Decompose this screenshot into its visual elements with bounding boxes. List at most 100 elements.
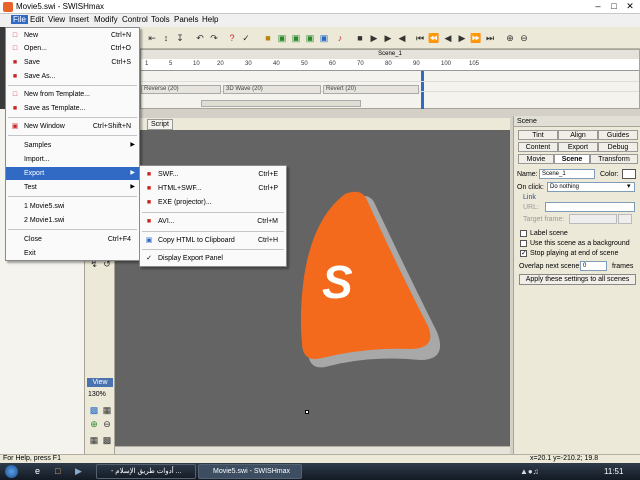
label-scene-checkbox[interactable] bbox=[520, 230, 527, 237]
menu-item-samples[interactable]: Samples ▶ bbox=[6, 139, 139, 152]
apply-all-scenes-button[interactable]: Apply these settings to all scenes bbox=[519, 274, 636, 285]
align-center-icon[interactable]: ↕ bbox=[160, 32, 172, 44]
snap-icon[interactable]: ▩ bbox=[101, 434, 113, 446]
menu-panels[interactable]: Panels bbox=[174, 15, 198, 24]
tab-tint[interactable]: Tint bbox=[518, 130, 558, 140]
menu-item-save[interactable]: ■ Save Ctrl+S bbox=[6, 56, 139, 69]
insert-sound-icon[interactable]: ♪ bbox=[334, 32, 346, 44]
insert-sprite-icon[interactable]: ▣ bbox=[290, 32, 302, 44]
menu-item-new[interactable]: □ New Ctrl+N bbox=[6, 29, 139, 42]
zoom-in-tool-icon[interactable]: ⊕ bbox=[88, 418, 100, 430]
insert-scene-icon[interactable]: ■ bbox=[262, 32, 274, 44]
forward-icon[interactable]: ⏩ bbox=[470, 32, 482, 44]
menu-item-save-as[interactable]: ■ Save As... bbox=[6, 70, 139, 83]
menu-item-export-swf[interactable]: ■ SWF... Ctrl+E bbox=[140, 168, 286, 181]
menu-control[interactable]: Control bbox=[122, 15, 148, 24]
menu-edit[interactable]: Edit bbox=[30, 15, 44, 24]
effect-bar-revert[interactable]: Revert (20) bbox=[323, 85, 419, 94]
taskbar-item-swishmax[interactable]: Movie5.swi - SWISHmax bbox=[198, 464, 302, 479]
tab-guides[interactable]: Guides bbox=[598, 130, 638, 140]
minimize-icon[interactable]: – bbox=[590, 1, 606, 13]
insert-button-icon[interactable]: ▣ bbox=[318, 32, 330, 44]
registration-point[interactable] bbox=[305, 410, 309, 414]
next-frame-icon[interactable]: ▶ bbox=[456, 32, 468, 44]
undo-icon[interactable]: ↶ bbox=[194, 32, 206, 44]
grid-icon[interactable]: ▦ bbox=[101, 404, 113, 416]
timeline-scrollbar[interactable] bbox=[201, 100, 361, 107]
tab-debug[interactable]: Debug bbox=[598, 142, 638, 152]
tab-scene[interactable]: Scene bbox=[554, 154, 590, 164]
target-frame-select[interactable] bbox=[569, 214, 617, 224]
align-bottom-icon[interactable]: ↧ bbox=[174, 32, 186, 44]
onclick-select[interactable]: Do nothing bbox=[547, 182, 635, 192]
menu-view[interactable]: View bbox=[48, 15, 65, 24]
menu-file[interactable]: File bbox=[11, 15, 28, 24]
spellcheck-icon[interactable]: ✓ bbox=[240, 32, 252, 44]
menu-item-save-as-template[interactable]: ■ Save as Template... bbox=[6, 102, 139, 115]
tab-export[interactable]: Export bbox=[558, 142, 598, 152]
scene-name-field[interactable]: Scene_1 bbox=[539, 169, 595, 179]
tab-content[interactable]: Content bbox=[518, 142, 558, 152]
close-icon[interactable]: ✕ bbox=[622, 1, 638, 13]
rewind-icon[interactable]: ⏪ bbox=[428, 32, 440, 44]
zoom-in-icon[interactable]: ⊕ bbox=[504, 32, 516, 44]
chevron-down-icon[interactable]: ▾ bbox=[627, 182, 631, 190]
menu-item-open[interactable]: □ Open... Ctrl+O bbox=[6, 42, 139, 55]
ie-icon[interactable]: e bbox=[35, 466, 40, 476]
menu-help[interactable]: Help bbox=[202, 15, 218, 24]
menu-item-close[interactable]: Close Ctrl+F4 bbox=[6, 233, 139, 246]
menu-modify[interactable]: Modify bbox=[94, 15, 118, 24]
menu-item-new-window[interactable]: ▣ New Window Ctrl+Shift+N bbox=[6, 120, 139, 133]
zoom-out-icon[interactable]: ⊖ bbox=[518, 32, 530, 44]
menu-item-export-avi[interactable]: ■ AVI... Ctrl+M bbox=[140, 215, 286, 228]
menu-tools[interactable]: Tools bbox=[151, 15, 170, 24]
stop-icon[interactable]: ■ bbox=[354, 32, 366, 44]
effect-bar-3d-wave[interactable]: 3D Wave (20) bbox=[223, 85, 321, 94]
menu-item-new-from-template[interactable]: □ New from Template... bbox=[6, 88, 139, 101]
menu-item-import[interactable]: Import... bbox=[6, 153, 139, 166]
insert-group-icon[interactable]: ▣ bbox=[304, 32, 316, 44]
tab-movie[interactable]: Movie bbox=[518, 154, 554, 164]
zoom-fit-icon[interactable]: ▩ bbox=[88, 404, 100, 416]
tab-script[interactable]: Script bbox=[147, 119, 173, 130]
clock[interactable]: 11:51 bbox=[604, 467, 623, 476]
maximize-icon[interactable]: □ bbox=[606, 1, 622, 13]
menu-item-export[interactable]: Export ▶ bbox=[6, 167, 139, 180]
menu-item-export-html-swf[interactable]: ■ HTML+SWF... Ctrl+P bbox=[140, 182, 286, 195]
menu-item-display-export-panel[interactable]: ✓ Display Export Panel bbox=[140, 252, 286, 265]
first-frame-icon[interactable]: ⏮ bbox=[414, 32, 426, 44]
menu-item-test[interactable]: Test ▶ bbox=[6, 181, 139, 194]
menu-item-copy-html[interactable]: ▣ Copy HTML to Clipboard Ctrl+H bbox=[140, 234, 286, 247]
hand-tool-icon[interactable]: ▦ bbox=[88, 434, 100, 446]
stop-playing-checkbox[interactable]: ✓ bbox=[520, 250, 527, 257]
effect-bar-reverse[interactable]: Reverse (20) bbox=[141, 85, 221, 94]
overlap-field[interactable]: 0 bbox=[580, 261, 607, 271]
url-field[interactable] bbox=[545, 202, 635, 212]
insert-image-icon[interactable]: ▣ bbox=[276, 32, 288, 44]
start-orb-icon[interactable] bbox=[5, 465, 18, 478]
media-icon[interactable]: ▶ bbox=[75, 466, 82, 477]
redo-icon[interactable]: ↷ bbox=[208, 32, 220, 44]
folder-icon[interactable]: □ bbox=[55, 466, 60, 476]
last-frame-icon[interactable]: ⏭ bbox=[484, 32, 496, 44]
play-frame-icon[interactable]: ▶ bbox=[382, 32, 394, 44]
menu-item-recent-2[interactable]: 2 Movie1.swi bbox=[6, 214, 139, 227]
align-left-icon[interactable]: ⇤ bbox=[146, 32, 158, 44]
target-frame-dropdown[interactable] bbox=[618, 214, 632, 224]
zoom-level[interactable]: 130% bbox=[88, 391, 106, 398]
tab-align[interactable]: Align bbox=[558, 130, 598, 140]
menu-item-recent-1[interactable]: 1 Movie5.swi bbox=[6, 200, 139, 213]
prev-frame-icon[interactable]: ◀ bbox=[442, 32, 454, 44]
tab-transform[interactable]: Transform bbox=[590, 154, 638, 164]
help-pointer-icon[interactable]: ? bbox=[226, 32, 238, 44]
stage-scrollbar[interactable] bbox=[115, 446, 510, 454]
zoom-out-tool-icon[interactable]: ⊖ bbox=[101, 418, 113, 430]
timeline-ruler[interactable]: 1 5 10 20 30 40 50 60 70 80 90 100 105 bbox=[141, 59, 639, 71]
play-icon[interactable]: ▶ bbox=[368, 32, 380, 44]
color-swatch[interactable] bbox=[622, 169, 636, 179]
taskbar-item-browser[interactable]: - أدوات طريق الإسلام ... bbox=[96, 464, 196, 479]
background-scene-checkbox[interactable] bbox=[520, 240, 527, 247]
menu-item-exit[interactable]: Exit bbox=[6, 247, 139, 260]
step-back-icon[interactable]: ◀ bbox=[396, 32, 408, 44]
menu-insert[interactable]: Insert bbox=[69, 15, 89, 24]
